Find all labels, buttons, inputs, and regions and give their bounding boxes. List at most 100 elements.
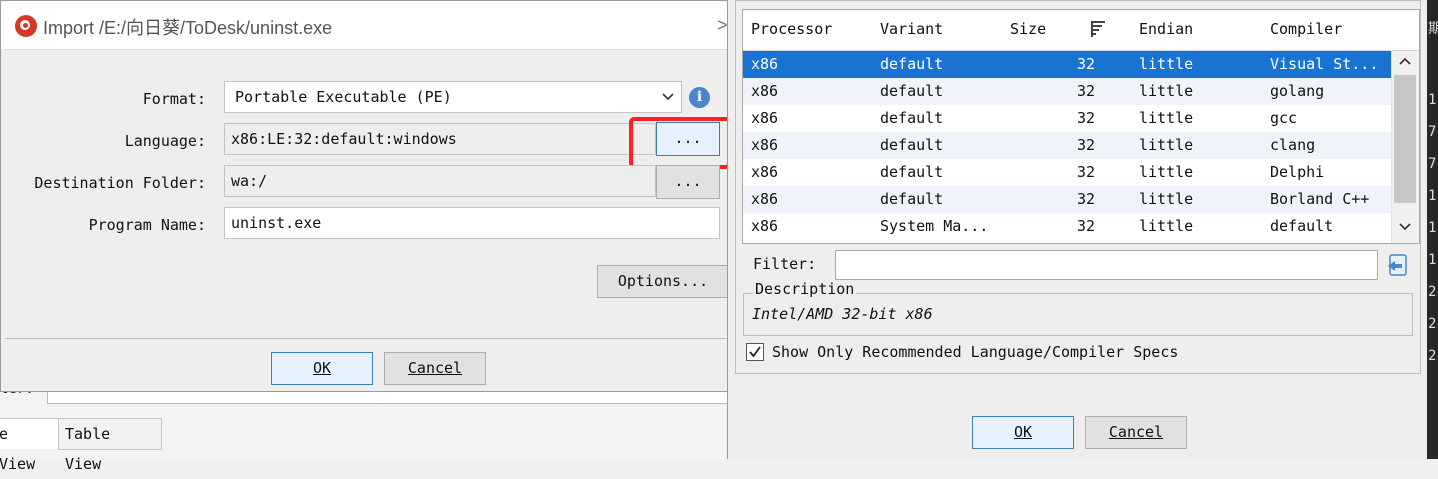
table-cell-compiler: Visual St... (1270, 55, 1379, 73)
ghidra-logo-icon (15, 15, 37, 37)
dark-strip-char: 1 (1428, 92, 1437, 108)
table-cell-processor: x86 (751, 163, 779, 181)
filter-label: Filter: (753, 255, 817, 273)
table-cell-endian: little (1139, 190, 1194, 208)
tab-table-view[interactable]: Table View (58, 418, 162, 473)
dark-strip-char: 2 (1428, 316, 1437, 332)
table-cell-variant: default (880, 82, 944, 100)
cancel-button-label: Cancel (1108, 423, 1164, 441)
table-cell-size: 32 (1076, 55, 1095, 73)
table-cell-processor: x86 (751, 136, 779, 154)
table-cell-endian: little (1139, 109, 1194, 127)
table-cell-variant: default (880, 55, 944, 73)
scroll-down-icon[interactable] (1398, 221, 1412, 236)
table-cell-endian: little (1139, 136, 1194, 154)
dark-strip-char: 7 (1428, 124, 1437, 140)
highlight-annotation-box (629, 117, 731, 169)
cancel-button[interactable]: Cancel (384, 352, 486, 385)
table-scrollbar[interactable] (1391, 51, 1419, 243)
language-table: Processor Variant Size Endian Compiler x… (742, 9, 1420, 244)
dark-strip-char: 1 (1428, 220, 1437, 236)
table-cell-processor: x86 (751, 109, 779, 127)
table-row[interactable]: x86 default 32 little gcc (743, 105, 1391, 132)
dark-strip-char: 期 (1428, 21, 1438, 37)
destination-browse-button[interactable]: ... (656, 165, 720, 199)
table-row[interactable]: x86 System Ma... 32 little default (743, 213, 1391, 240)
table-cell-size: 32 (1076, 217, 1095, 235)
background-dark-panel: 期 1 7 7 1 1 1 2 2 2 (1426, 0, 1438, 459)
scroll-up-icon[interactable] (1398, 55, 1412, 70)
dark-strip-char: 1 (1428, 252, 1437, 268)
table-cell-compiler: gcc (1270, 109, 1298, 127)
table-cell-processor: x86 (751, 217, 779, 235)
table-header: Processor Variant Size Endian Compiler (743, 10, 1419, 51)
column-header-size[interactable]: Size (1010, 20, 1046, 38)
table-cell-size: 32 (1076, 82, 1095, 100)
table-row[interactable]: x86 default 32 little Delphi (743, 159, 1391, 186)
sort-icon[interactable] (1090, 20, 1106, 38)
table-cell-compiler: clang (1270, 136, 1316, 154)
table-cell-variant: default (880, 109, 944, 127)
dark-strip-char: 7 (1428, 156, 1437, 172)
table-cell-variant: System Ma... (880, 217, 989, 235)
language-label: Language: (124, 132, 206, 150)
description-text: Intel/AMD 32-bit x86 (752, 305, 933, 323)
table-cell-compiler: default (1270, 217, 1334, 235)
table-cell-processor: x86 (751, 190, 779, 208)
language-chooser-panel: Processor Variant Size Endian Compiler x… (735, 0, 1421, 374)
table-row[interactable]: x86 default 32 little golang (743, 78, 1391, 105)
import-dialog: Import /E:/向日葵/ToDesk/uninst.exe > Forma… (0, 0, 731, 392)
program-name-label: Program Name: (88, 216, 206, 234)
dark-strip-char: 2 (1428, 284, 1437, 300)
table-cell-compiler: Borland C++ (1270, 190, 1370, 208)
dark-strip-char: 2 (1428, 348, 1437, 364)
column-header-endian[interactable]: Endian (1139, 20, 1193, 38)
format-select[interactable]: Portable Executable (PE) (224, 81, 682, 113)
table-cell-size: 32 (1076, 190, 1095, 208)
recommended-only-label[interactable]: Show Only Recommended Language/Compiler … (772, 343, 1178, 361)
column-header-processor[interactable]: Processor (751, 20, 832, 38)
info-icon[interactable]: i (689, 87, 710, 108)
column-header-variant[interactable]: Variant (880, 20, 943, 38)
ok-button[interactable]: OK (271, 352, 373, 385)
table-row[interactable]: x86 default 32 little Visual St... (743, 51, 1391, 78)
table-row[interactable]: x86 default 32 little Borland C++ (743, 186, 1391, 213)
language-chooser-dialog: Processor Variant Size Endian Compiler x… (727, 0, 1427, 459)
table-row[interactable]: x86 default 32 little clang (743, 132, 1391, 159)
import-titlebar[interactable]: Import /E:/向日葵/ToDesk/uninst.exe > (1, 1, 729, 49)
table-cell-size: 32 (1076, 109, 1095, 127)
table-cell-variant: default (880, 163, 944, 181)
table-cell-processor: x86 (751, 55, 779, 73)
destination-folder-field: wa:/ (224, 165, 656, 197)
scrollbar-thumb[interactable] (1394, 75, 1416, 203)
ok-button[interactable]: OK (972, 416, 1074, 449)
table-cell-endian: little (1139, 55, 1194, 73)
table-cell-endian: little (1139, 217, 1194, 235)
cancel-button-label: Cancel (407, 359, 463, 377)
table-cell-size: 32 (1076, 136, 1095, 154)
dark-strip-char: 1 (1428, 188, 1437, 204)
format-label: Format: (142, 90, 206, 108)
column-header-compiler[interactable]: Compiler (1270, 20, 1342, 38)
options-button[interactable]: Options... (597, 265, 729, 298)
table-cell-endian: little (1139, 163, 1194, 181)
description-legend: Description (753, 280, 857, 298)
table-cell-variant: default (880, 190, 944, 208)
recommended-only-checkbox[interactable] (746, 343, 764, 361)
cancel-button[interactable]: Cancel (1085, 416, 1187, 449)
language-field: x86:LE:32:default:windows (224, 123, 656, 155)
tab-tree-view[interactable]: e View (0, 418, 60, 473)
filter-input[interactable] (835, 250, 1378, 280)
ok-button-label: OK (1013, 423, 1033, 441)
clear-filter-icon[interactable] (1386, 253, 1410, 277)
import-dialog-title: Import /E:/向日葵/ToDesk/uninst.exe (43, 18, 333, 38)
table-cell-compiler: golang (1270, 82, 1325, 100)
table-cell-size: 32 (1076, 163, 1095, 181)
ok-button-label: OK (312, 359, 332, 377)
program-name-input[interactable]: uninst.exe (224, 207, 720, 239)
table-cell-compiler: Delphi (1270, 163, 1325, 181)
format-value: Portable Executable (PE) (235, 88, 452, 106)
destination-folder-label: Destination Folder: (34, 174, 206, 192)
table-cell-endian: little (1139, 82, 1194, 100)
close-icon[interactable]: > (717, 15, 728, 36)
